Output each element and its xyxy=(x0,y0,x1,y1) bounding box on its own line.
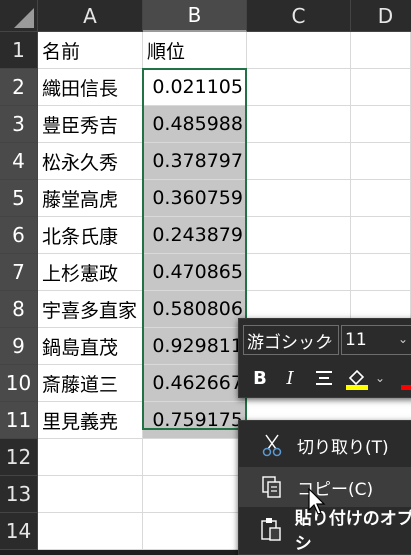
fill-color-button[interactable] xyxy=(343,363,371,393)
cell-b14[interactable] xyxy=(143,513,247,550)
cell-b9[interactable]: 0.929811 xyxy=(143,328,247,365)
column-header-c[interactable]: C xyxy=(247,0,351,32)
copy-icon xyxy=(259,474,285,500)
cell-d5[interactable] xyxy=(351,180,411,217)
cell-a3[interactable]: 豊臣秀吉 xyxy=(38,106,143,143)
font-size-dropdown[interactable]: 11 ⌄ xyxy=(341,325,411,355)
cell-c3[interactable] xyxy=(247,106,351,143)
row-header-2[interactable]: 2 xyxy=(0,69,38,106)
column-header-a[interactable]: A xyxy=(38,0,143,32)
align-center-button[interactable] xyxy=(311,363,337,393)
row-header-14[interactable]: 14 xyxy=(0,513,38,550)
row-header-1[interactable]: 1 xyxy=(0,32,38,69)
row-header-10[interactable]: 10 xyxy=(0,365,38,402)
cell-a14[interactable] xyxy=(38,513,143,550)
cell-b3[interactable]: 0.485988 xyxy=(143,106,247,143)
cell-b8[interactable]: 0.580806 xyxy=(143,291,247,328)
align-center-icon xyxy=(316,371,332,385)
cell-b13[interactable] xyxy=(143,476,247,513)
cell-a13[interactable] xyxy=(38,476,143,513)
cell-a10[interactable]: 斎藤道三 xyxy=(38,365,143,402)
clipboard-icon xyxy=(259,516,283,542)
row-header-7[interactable]: 7 xyxy=(0,254,38,291)
cell-d7[interactable] xyxy=(351,254,411,291)
column-header-d[interactable]: D xyxy=(351,0,411,32)
cell-a11[interactable]: 里見義尭 xyxy=(38,402,143,439)
row-header-6[interactable]: 6 xyxy=(0,217,38,254)
italic-button[interactable]: I xyxy=(279,363,301,393)
cell-d4[interactable] xyxy=(351,143,411,180)
cell-b12[interactable] xyxy=(143,439,247,476)
row-header-9[interactable]: 9 xyxy=(0,328,38,365)
fill-bucket-icon xyxy=(346,369,368,390)
mini-toolbar: 游ゴシック ⌄ 11 ⌄ B I ⌄ xyxy=(238,318,411,398)
cell-b4[interactable]: 0.378797 xyxy=(143,143,247,180)
cell-c7[interactable] xyxy=(247,254,351,291)
font-name-dropdown[interactable]: 游ゴシック ⌄ xyxy=(243,325,339,355)
font-color-icon xyxy=(401,385,411,390)
column-header-b[interactable]: B xyxy=(143,0,247,32)
cell-a7[interactable]: 上杉憲政 xyxy=(38,254,143,291)
cell-b5[interactable]: 0.360759 xyxy=(143,180,247,217)
cell-c6[interactable] xyxy=(247,217,351,254)
cell-b2[interactable]: 0.021105 xyxy=(143,69,247,106)
row-header-12[interactable]: 12 xyxy=(0,439,38,476)
cell-a5[interactable]: 藤堂高虎 xyxy=(38,180,143,217)
bold-button[interactable]: B xyxy=(249,363,271,393)
fill-color-dropdown-chevron-icon[interactable]: ⌄ xyxy=(373,363,387,393)
cell-a1[interactable]: 名前 xyxy=(38,32,143,69)
chevron-down-icon: ⌄ xyxy=(323,332,334,346)
row-header-13[interactable]: 13 xyxy=(0,476,38,513)
row-header-11[interactable]: 11 xyxy=(0,402,38,439)
menu-item-cut-label: 切り取り(T) xyxy=(297,437,389,458)
font-size-value: 11 xyxy=(345,330,367,350)
cell-b6[interactable]: 0.243879 xyxy=(143,217,247,254)
cell-a12[interactable] xyxy=(38,439,143,476)
row-header-5[interactable]: 5 xyxy=(0,180,38,217)
cell-c4[interactable] xyxy=(247,143,351,180)
cell-d2[interactable] xyxy=(351,69,411,106)
cell-a6[interactable]: 北条氏康 xyxy=(38,217,143,254)
cell-a4[interactable]: 松永久秀 xyxy=(38,143,143,180)
cell-c5[interactable] xyxy=(247,180,351,217)
cell-a2[interactable]: 織田信長 xyxy=(38,69,143,106)
scissors-icon xyxy=(259,432,285,458)
font-name-value: 游ゴシック xyxy=(247,332,332,353)
cell-d1[interactable] xyxy=(351,32,411,69)
select-all-triangle-icon xyxy=(14,8,34,28)
row-header-3[interactable]: 3 xyxy=(0,106,38,143)
mouse-pointer-icon xyxy=(308,488,326,515)
cell-c2[interactable] xyxy=(247,69,351,106)
cell-d6[interactable] xyxy=(351,217,411,254)
cell-a9[interactable]: 鍋島直茂 xyxy=(38,328,143,365)
menu-item-cut[interactable]: 切り取り(T) xyxy=(239,425,411,465)
chevron-down-icon: ⌄ xyxy=(397,332,408,346)
cell-b1[interactable]: 順位 xyxy=(143,32,247,69)
cell-b10[interactable]: 0.462667 xyxy=(143,365,247,402)
cell-b11[interactable]: 0.759175 xyxy=(143,402,247,439)
cell-b7[interactable]: 0.470865 xyxy=(143,254,247,291)
select-all-corner[interactable] xyxy=(0,0,38,32)
cell-c1[interactable] xyxy=(247,32,351,69)
cell-a8[interactable]: 宇喜多直家 xyxy=(38,291,143,328)
cell-d3[interactable] xyxy=(351,106,411,143)
row-header-4[interactable]: 4 xyxy=(0,143,38,180)
row-header-8[interactable]: 8 xyxy=(0,291,38,328)
font-color-button[interactable] xyxy=(393,363,411,393)
